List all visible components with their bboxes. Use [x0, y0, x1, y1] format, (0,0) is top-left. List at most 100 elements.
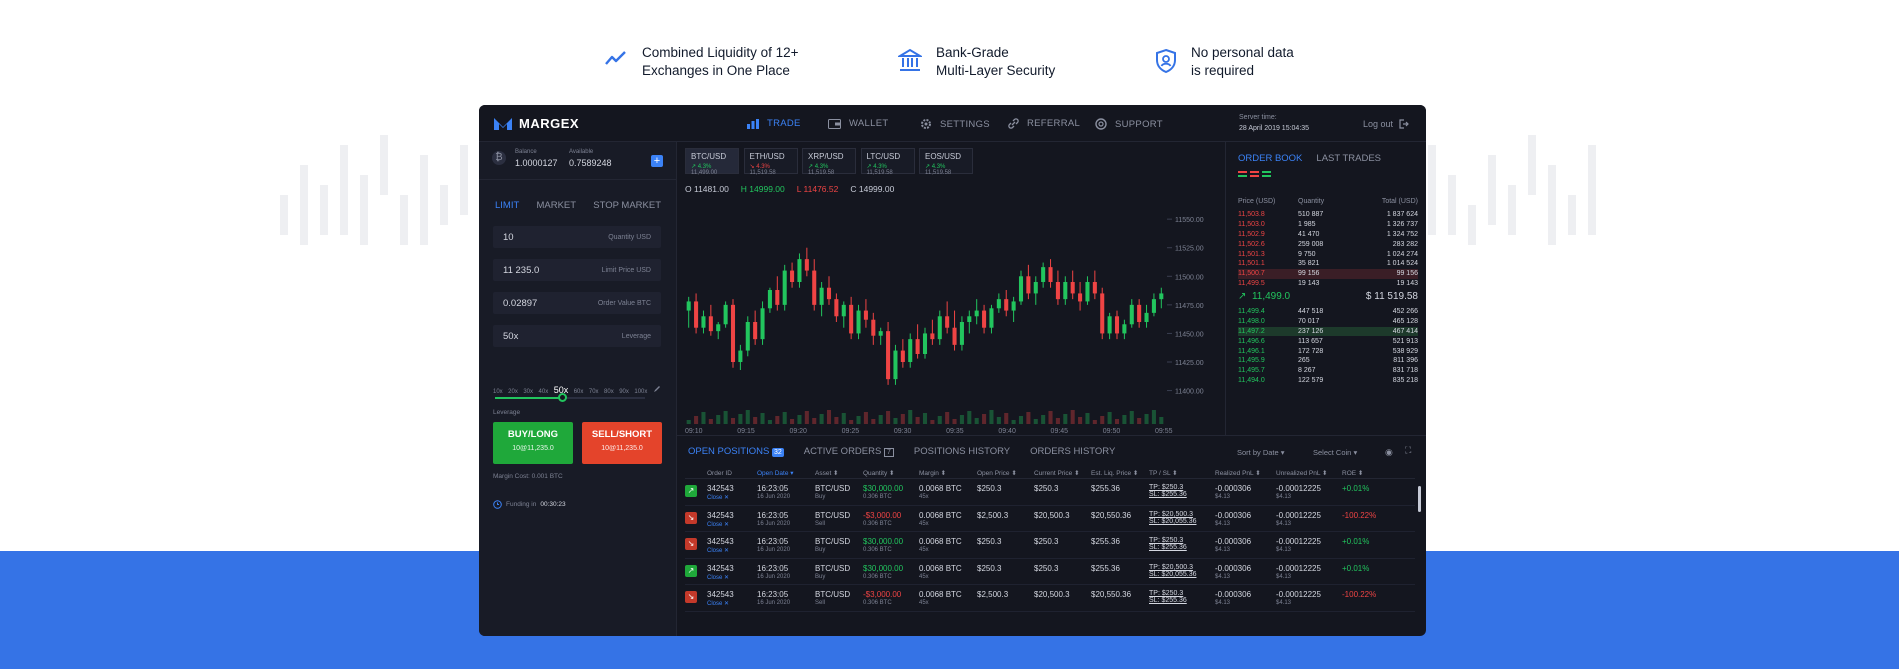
nav-trade[interactable]: TRADE [747, 118, 801, 129]
col-header[interactable]: Quantity ⬍ [863, 469, 919, 477]
sort-dropdown[interactable]: Sort by Date ▾ [1237, 448, 1285, 457]
col-header[interactable]: Order ID [707, 470, 757, 477]
cell-tp-sl[interactable]: TP: $20,500.3 SL: $20,055.36 [1149, 511, 1215, 532]
book-row[interactable]: 11,496.1 172 728 538 929 [1238, 346, 1418, 356]
limit-price-field[interactable]: 11 235.0 Limit Price USD [493, 259, 661, 281]
book-row[interactable]: 11,501.1 35 821 1 014 524 [1238, 259, 1418, 269]
book-row[interactable]: 11,498.0 70 017 465 128 [1238, 317, 1418, 327]
book-row[interactable]: 11,503.0 1 985 1 326 737 [1238, 220, 1418, 230]
leverage-value: 50x [503, 330, 519, 342]
close-position-link[interactable]: Close ✕ [707, 547, 757, 554]
candlestick-chart[interactable]: 11550.00 11525.00 11500.00 11475.00 11450.00… [677, 194, 1226, 434]
bids-only-icon[interactable] [1262, 171, 1271, 177]
cell-sub: Buy [815, 494, 826, 500]
col-header[interactable]: Margin ⬍ [919, 469, 977, 477]
leverage-tick[interactable]: 10x [493, 389, 503, 395]
cell-tp-sl[interactable]: TP: $250.3 SL: $255.36 [1149, 590, 1215, 611]
table-row[interactable]: ↗ 342543 Close ✕ 16:23:05 16 Jun 2020 BTC/USD… [685, 559, 1415, 585]
candle-body [849, 304, 854, 334]
tab-active-orders[interactable]: ACTIVE ORDERS 7 [804, 446, 894, 457]
leverage-tick[interactable]: 90x [619, 389, 629, 395]
leverage-tick[interactable]: 70x [589, 389, 599, 395]
coin-dropdown[interactable]: Select Coin ▾ [1313, 448, 1357, 457]
asks-only-icon[interactable] [1250, 171, 1259, 177]
expand-icon[interactable]: ⛶ [1405, 445, 1411, 456]
col-header[interactable]: Realized PnL ⬍ [1215, 469, 1276, 477]
table-row[interactable]: ↘ 342543 Close ✕ 16:23:05 16 Jun 2020 BTC/USD… [685, 532, 1415, 559]
book-row[interactable]: 11,503.8 510 887 1 837 624 [1238, 210, 1418, 220]
cell-tp-sl[interactable]: TP: $20,500.3 SL: $20,055.36 [1149, 564, 1215, 585]
leverage-tick[interactable]: 100x [634, 389, 647, 395]
nav-support[interactable]: SUPPORT [1095, 118, 1163, 130]
col-header[interactable]: Est. Liq. Price ⬍ [1091, 469, 1149, 477]
sell-short-button[interactable]: SELL/SHORT 10@11,235.0 [582, 422, 662, 464]
book-row[interactable]: 11,502.9 41 470 1 324 752 [1238, 230, 1418, 240]
pair-tab-btc-usd[interactable]: BTC/USD ↗ 4.3% 11,499.00 [685, 148, 739, 176]
close-position-link[interactable]: Close ✕ [707, 494, 757, 501]
book-row[interactable]: 11,495.7 8 267 831 718 [1238, 366, 1418, 376]
logout-button[interactable]: Log out [1363, 119, 1409, 129]
tab-order-book[interactable]: ORDER BOOK [1238, 153, 1302, 164]
col-header[interactable]: Current Price ⬍ [1034, 469, 1091, 477]
book-row[interactable]: 11,501.3 9 750 1 024 274 [1238, 249, 1418, 259]
table-scrollbar[interactable] [1418, 486, 1421, 512]
tab-open-positions[interactable]: OPEN POSITIONS 32 [688, 446, 784, 457]
book-row[interactable]: 11,500.7 99 156 99 156 [1238, 268, 1418, 279]
margex-logo[interactable]: MARGEX [493, 116, 579, 131]
tab-last-trades[interactable]: LAST TRADES [1316, 153, 1381, 164]
close-position-link[interactable]: Close ✕ [707, 574, 757, 581]
col-header[interactable]: Asset ⬍ [815, 469, 863, 477]
eye-icon[interactable]: ◉ [1385, 447, 1393, 458]
deposit-plus-button[interactable]: + [651, 155, 663, 167]
candle-body [967, 316, 972, 322]
balance-label: Balance [515, 149, 537, 155]
leverage-field[interactable]: 50x Leverage [493, 325, 661, 347]
book-row[interactable]: 11,499.4 447 518 452 266 [1238, 307, 1418, 317]
col-header[interactable]: Open Date ▾ [757, 469, 815, 477]
pencil-icon[interactable] [653, 385, 661, 395]
book-row[interactable]: 11,502.6 259 008 283 282 [1238, 239, 1418, 249]
book-row[interactable]: 11,497.2 237 126 467 414 [1238, 326, 1418, 337]
tab-limit[interactable]: LIMIT [495, 200, 519, 211]
nav-settings[interactable]: SETTINGS [920, 118, 990, 130]
buy-long-button[interactable]: BUY/LONG 10@11,235.0 [493, 422, 573, 464]
leverage-tick[interactable]: 80x [604, 389, 614, 395]
book-row[interactable]: 11,495.9 265 811 396 [1238, 356, 1418, 366]
volume-bar [745, 410, 750, 424]
order-value-field[interactable]: 0.02897 Order Value BTC [493, 292, 661, 314]
leverage-slider[interactable] [495, 393, 645, 402]
cell-tp-sl[interactable]: TP: $250.3 SL: $255.36 [1149, 484, 1215, 505]
tab-market[interactable]: MARKET [536, 200, 576, 211]
leverage-tick[interactable]: 40x [539, 389, 549, 395]
close-position-link[interactable]: Close ✕ [707, 521, 757, 528]
both-sides-icon[interactable] [1238, 171, 1247, 177]
pair-tab-xrp-usd[interactable]: XRP/USD ↗ 4.3% 11,519.58 [802, 148, 856, 176]
pair-tab-eth-usd[interactable]: ETH/USD ↘ 4.3% 11,519.58 [743, 148, 798, 176]
pair-tab-eos-usd[interactable]: EOS/USD ↗ 4.3% 11,519.58 [919, 148, 973, 176]
nav-wallet[interactable]: WALLET [828, 118, 888, 129]
book-row[interactable]: 11,496.6 113 657 521 913 [1238, 336, 1418, 346]
tab-stop-market[interactable]: STOP MARKET [593, 200, 661, 211]
tab-orders-history[interactable]: ORDERS HISTORY [1030, 446, 1115, 457]
pair-tab-ltc-usd[interactable]: LTC/USD ↗ 4.3% 11,519.58 [860, 148, 915, 176]
cell-value: +0.01% [1342, 484, 1370, 493]
leverage-tick[interactable]: 60x [574, 389, 584, 395]
book-row[interactable]: 11,499.5 19 143 19 143 [1238, 279, 1418, 289]
cell-tp-sl[interactable]: TP: $250.3 SL: $255.36 [1149, 537, 1215, 558]
col-header[interactable]: TP / SL ⬍ [1149, 469, 1215, 477]
table-row[interactable]: ↘ 342543 Close ✕ 16:23:05 16 Jun 2020 BTC/USD… [685, 506, 1415, 532]
col-header[interactable]: Unrealized PnL ⬍ [1276, 469, 1342, 477]
close-position-link[interactable]: Close ✕ [707, 600, 757, 607]
book-row[interactable]: 11,494.0 122 579 835 218 [1238, 376, 1418, 386]
col-header[interactable]: ROE ⬍ [1342, 469, 1392, 477]
leverage-tick[interactable]: 20x [508, 389, 518, 395]
table-row[interactable]: ↗ 342543 Close ✕ 16:23:05 16 Jun 2020 BTC/USD… [685, 479, 1415, 506]
leverage-slider-knob[interactable] [558, 393, 567, 402]
leverage-tick[interactable]: 30x [523, 389, 533, 395]
book-view-toggle[interactable] [1238, 171, 1271, 177]
nav-referral[interactable]: REFERRAL [1008, 118, 1080, 129]
tab-positions-history[interactable]: POSITIONS HISTORY [914, 446, 1010, 457]
table-row[interactable]: ↘ 342543 Close ✕ 16:23:05 16 Jun 2020 BTC/USD… [685, 585, 1415, 612]
quantity-field[interactable]: 10 Quantity USD [493, 226, 661, 248]
col-header[interactable]: Open Price ⬍ [977, 469, 1034, 477]
